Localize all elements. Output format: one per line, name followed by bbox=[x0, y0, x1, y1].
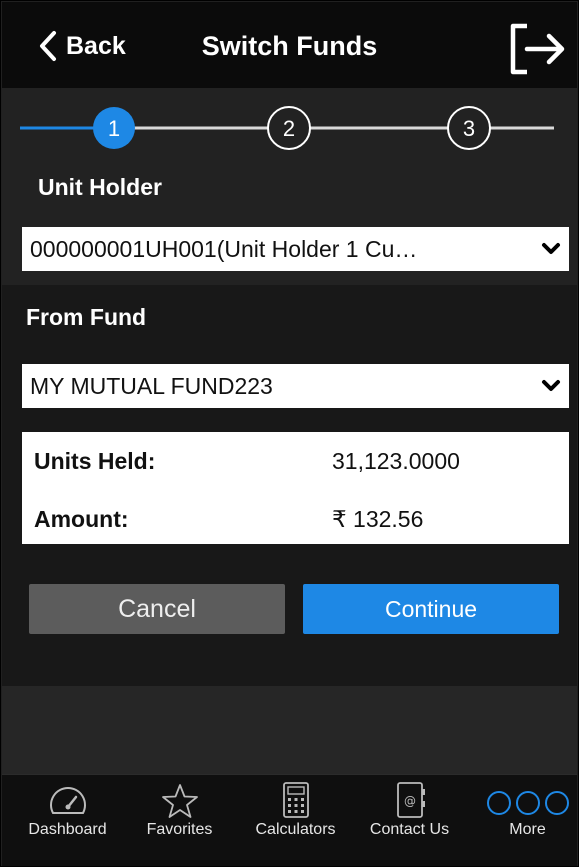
bottom-tab-bar: Dashboard Favorites Calculators @ Contac… bbox=[2, 774, 577, 847]
unit-holder-value: 000000001UH001(Unit Holder 1 Cu… bbox=[30, 235, 418, 262]
step-2[interactable]: 2 bbox=[267, 106, 311, 150]
cancel-button[interactable]: Cancel bbox=[29, 584, 285, 634]
from-fund-value: MY MUTUAL FUND223 bbox=[30, 372, 273, 399]
bottom-strip bbox=[2, 847, 577, 866]
tab-label: Calculators bbox=[255, 821, 336, 838]
calculator-icon bbox=[282, 782, 309, 818]
logout-icon bbox=[510, 23, 565, 75]
page-title: Switch Funds bbox=[201, 31, 378, 61]
tab-favorites[interactable]: Favorites bbox=[122, 775, 237, 847]
step-1[interactable]: 1 bbox=[93, 107, 135, 149]
more-circles-icon bbox=[486, 791, 569, 815]
tab-label: Contact Us bbox=[369, 821, 450, 838]
header-bar: Back Switch Funds bbox=[2, 2, 577, 88]
app-frame: Back Switch Funds 1 2 3 Unit Holder 0000… bbox=[0, 0, 579, 867]
progress-stepper: 1 2 3 bbox=[20, 106, 554, 150]
tab-label: More bbox=[509, 821, 546, 838]
chevron-down-icon bbox=[533, 242, 569, 256]
tab-label: Dashboard bbox=[28, 821, 107, 838]
tab-contact-us[interactable]: @ Contact Us bbox=[352, 775, 467, 847]
amount-value: ₹ 132.56 bbox=[332, 506, 424, 532]
step-3-number: 3 bbox=[463, 116, 475, 141]
empty-area bbox=[2, 686, 577, 774]
step-1-number: 1 bbox=[108, 116, 120, 141]
tab-more[interactable]: More bbox=[470, 775, 578, 847]
holding-summary: Units Held: 31,123.0000 Amount: ₹ 132.56 bbox=[22, 432, 569, 544]
step-2-number: 2 bbox=[283, 116, 295, 141]
dashboard-gauge-icon bbox=[49, 787, 86, 814]
logout-button[interactable] bbox=[505, 20, 567, 78]
star-icon bbox=[161, 784, 198, 818]
tab-calculators[interactable]: Calculators bbox=[238, 775, 353, 847]
svg-text:@: @ bbox=[404, 794, 416, 808]
contact-book-icon: @ bbox=[396, 782, 425, 818]
from-fund-label: From Fund bbox=[26, 304, 147, 330]
continue-button[interactable]: Continue bbox=[303, 584, 559, 634]
amount-label: Amount: bbox=[34, 506, 129, 532]
units-held-label: Units Held: bbox=[34, 448, 156, 474]
unit-holder-select[interactable]: 000000001UH001(Unit Holder 1 Cu… bbox=[22, 227, 569, 271]
step-3[interactable]: 3 bbox=[447, 106, 491, 150]
unit-holder-label: Unit Holder bbox=[38, 174, 162, 200]
tab-dashboard[interactable]: Dashboard bbox=[10, 775, 125, 847]
from-fund-select[interactable]: MY MUTUAL FUND223 bbox=[22, 364, 569, 408]
chevron-down-icon bbox=[533, 379, 569, 393]
form-content: 1 2 3 Unit Holder 000000001UH001(Unit Ho… bbox=[2, 88, 577, 686]
tab-label: Favorites bbox=[146, 821, 213, 838]
units-held-value: 31,123.0000 bbox=[332, 448, 460, 474]
